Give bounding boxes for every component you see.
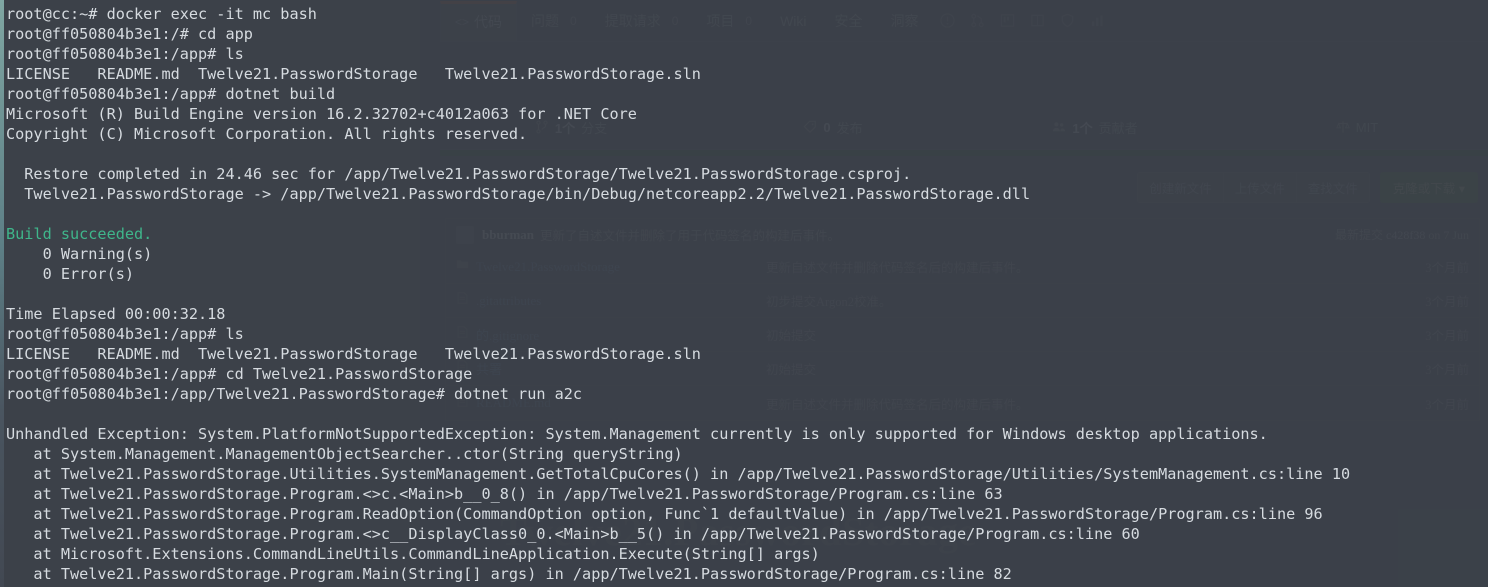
terminal-line: root@ff050804b3e1:/app# ls (6, 325, 244, 343)
terminal-line: root@cc:~# docker exec -it mc bash (6, 5, 317, 23)
terminal-line: Copyright (C) Microsoft Corporation. All… (6, 125, 528, 143)
terminal-window[interactable]: root@cc:~# docker exec -it mc bash root@f… (0, 0, 1488, 587)
terminal-line: Microsoft (R) Build Engine version 16.2.… (6, 105, 637, 123)
terminal-line: root@ff050804b3e1:/app# ls (6, 45, 244, 63)
terminal-line: at Twelve21.PasswordStorage.Utilities.Sy… (6, 465, 1351, 483)
terminal-line: at System.Management.ManagementObjectSea… (6, 445, 683, 463)
terminal-output: root@cc:~# docker exec -it mc bash root@f… (6, 4, 1488, 584)
terminal-line: at Twelve21.PasswordStorage.Program.<>c.… (6, 485, 1003, 503)
terminal-line: Build succeeded. (6, 225, 153, 243)
terminal-line: at Twelve21.PasswordStorage.Program.<>c_… (6, 525, 1140, 543)
terminal-line: Restore completed in 24.46 sec for /app/… (6, 165, 912, 183)
terminal-line: 0 Error(s) (6, 265, 135, 283)
terminal-line: at Twelve21.PasswordStorage.Program.Main… (6, 565, 1012, 583)
terminal-line: LICENSE README.md Twelve21.PasswordStora… (6, 65, 701, 83)
terminal-line: at Microsoft.Extensions.CommandLineUtils… (6, 545, 820, 563)
terminal-line: Unhandled Exception: System.PlatformNotS… (6, 425, 1268, 443)
terminal-line: Time Elapsed 00:00:32.18 (6, 305, 226, 323)
terminal-line: root@ff050804b3e1:/app# dotnet build (6, 85, 336, 103)
terminal-line: 0 Warning(s) (6, 245, 153, 263)
terminal-line: at Twelve21.PasswordStorage.Program.Read… (6, 505, 1323, 523)
terminal-line: root@ff050804b3e1:/app# cd Twelve21.Pass… (6, 365, 473, 383)
terminal-line: root@ff050804b3e1:/app/Twelve21.Password… (6, 385, 583, 403)
terminal-line: root@ff050804b3e1:/# cd app (6, 25, 253, 43)
terminal-line: LICENSE README.md Twelve21.PasswordStora… (6, 345, 701, 363)
terminal-line: Twelve21.PasswordStorage -> /app/Twelve2… (6, 185, 1031, 203)
